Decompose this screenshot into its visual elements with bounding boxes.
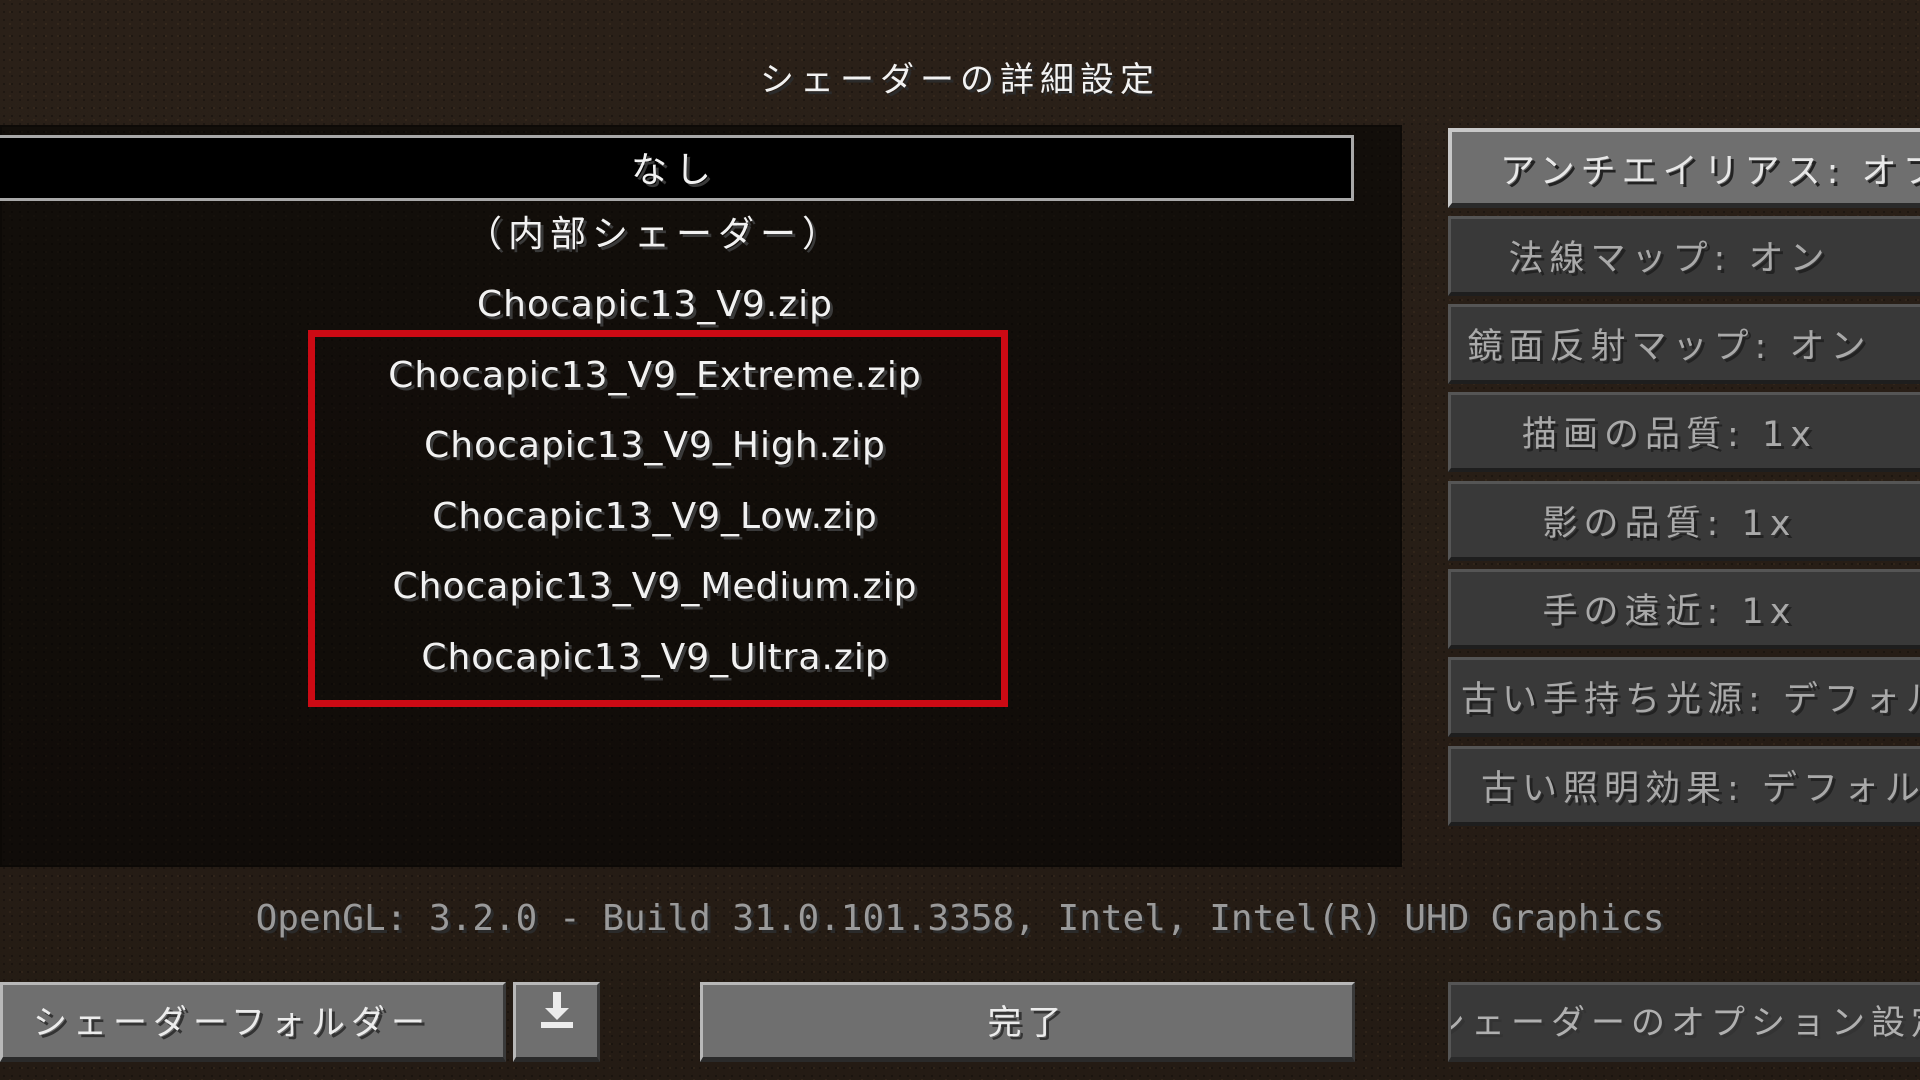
shader-item-chocapic-ultra[interactable]: Chocapic13_V9_Ultra.zip [0,628,1310,688]
shader-item-chocapic-v9[interactable]: Chocapic13_V9.zip [0,275,1310,335]
download-icon [535,985,579,1057]
old-lighting-option-button[interactable]: 古い照明効果: デフォルト [1448,746,1920,826]
shader-item-chocapic-high[interactable]: Chocapic13_V9_High.zip [0,416,1310,476]
hand-depth-option-button[interactable]: 手の遠近: 1x [1448,569,1920,649]
normal-map-option-button[interactable]: 法線マップ: オン [1448,216,1920,296]
shader-item-none[interactable]: なし [0,135,1354,201]
done-button[interactable]: 完了 [700,982,1355,1062]
specular-map-option-button[interactable]: 鏡面反射マップ: オン [1448,304,1920,384]
opengl-info-text: OpenGL: 3.2.0 - Build 31.0.101.3358, Int… [255,898,1665,939]
shader-folder-button[interactable]: シェーダーフォルダー [0,982,506,1062]
shader-item-chocapic-extreme[interactable]: Chocapic13_V9_Extreme.zip [0,346,1310,406]
shader-options-button[interactable]: シェーダーのオプション設定 [1448,982,1920,1062]
old-hand-light-option-button[interactable]: 古い手持ち光源: デフォルト [1448,657,1920,737]
shader-item-internal[interactable]: （内部シェーダー） [0,205,1310,265]
render-quality-option-button[interactable]: 描画の品質: 1x [1448,392,1920,472]
shadow-quality-option-button[interactable]: 影の品質: 1x [1448,481,1920,561]
shader-item-chocapic-medium[interactable]: Chocapic13_V9_Medium.zip [0,557,1310,617]
antialiasing-option-button[interactable]: アンチエイリアス: オフ [1448,128,1920,208]
shader-item-chocapic-low[interactable]: Chocapic13_V9_Low.zip [0,487,1310,547]
page-title: シェーダーの詳細設定 [760,60,1160,100]
download-button[interactable] [513,982,600,1062]
